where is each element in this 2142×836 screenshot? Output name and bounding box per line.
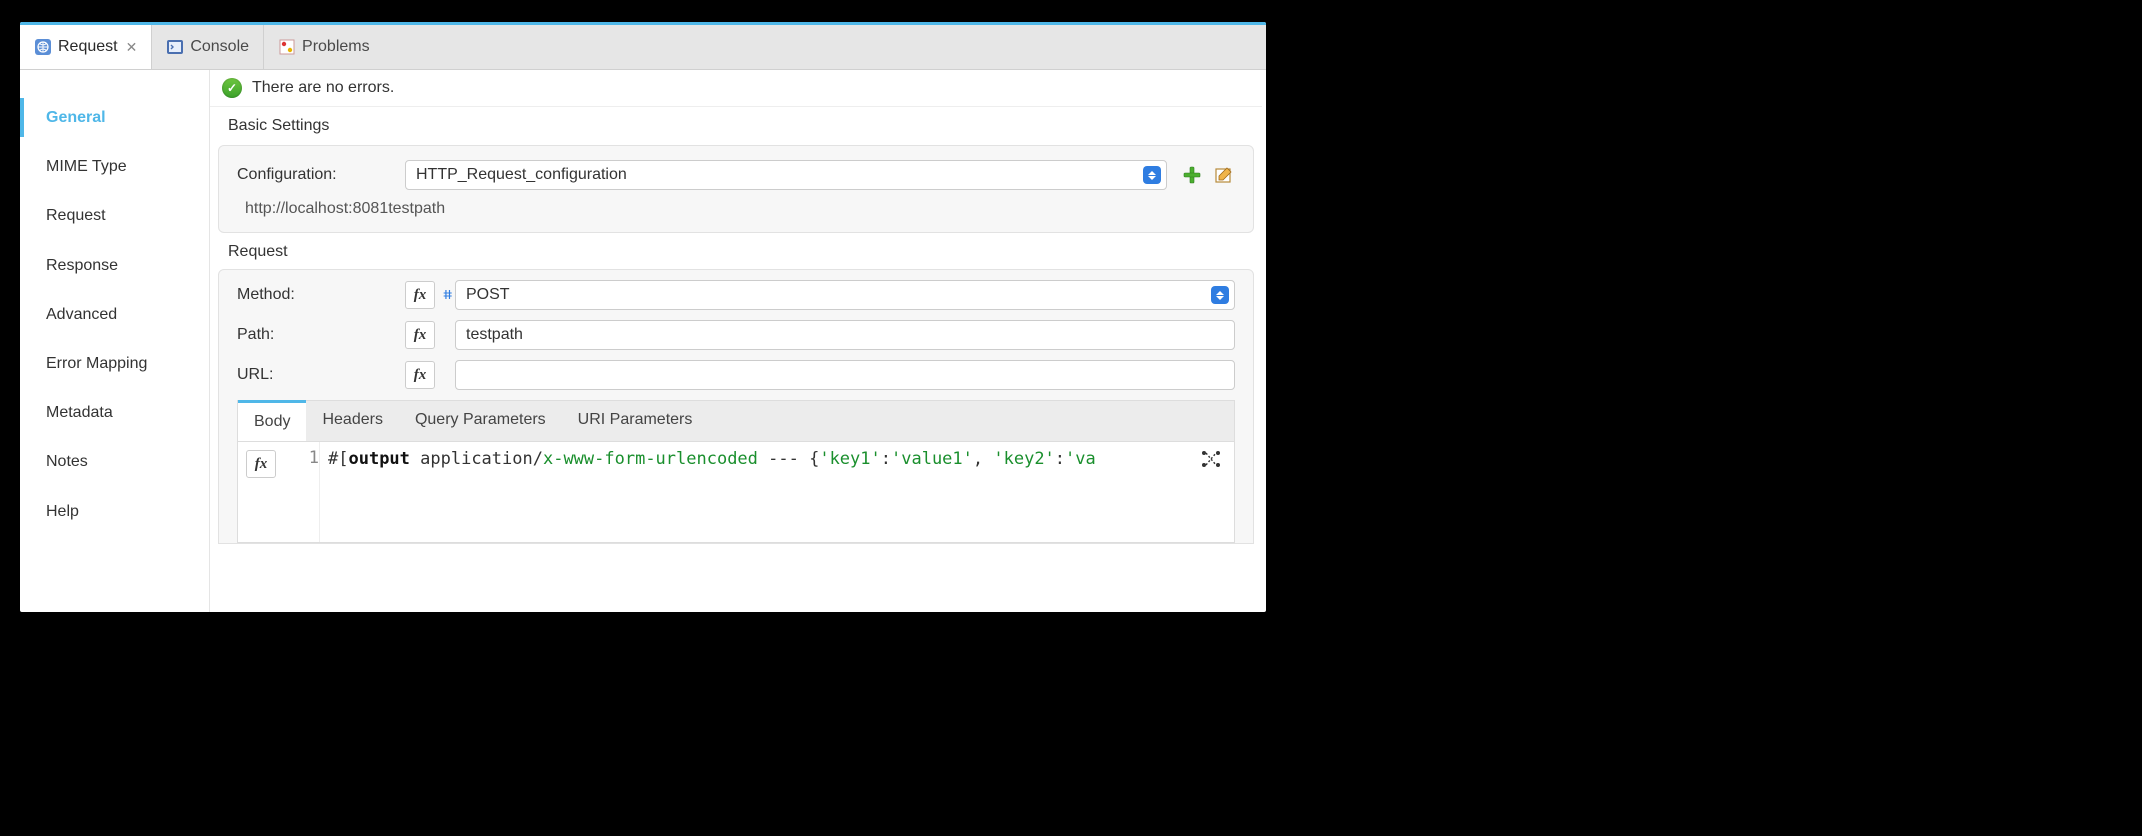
code-token: 'key1' — [819, 449, 880, 469]
sidebar-item-label: Response — [46, 257, 118, 274]
status-text: There are no errors. — [252, 79, 394, 97]
editor-left-gutter: fx — [238, 442, 284, 542]
sidebar-item-label: MIME Type — [46, 158, 127, 175]
main-panel: ✓ There are no errors. Basic Settings Co… — [210, 70, 1266, 612]
request-subtabs: Body Headers Query Parameters URI Parame… — [237, 400, 1235, 441]
method-row: Method: fx ⵌ — [237, 280, 1235, 310]
subtab-label: Headers — [322, 411, 382, 428]
fx-button[interactable]: fx — [246, 450, 276, 478]
map-icon[interactable] — [1200, 448, 1222, 470]
code-token: application/ — [410, 449, 543, 469]
sidebar-item-response[interactable]: Response — [20, 246, 209, 285]
close-icon[interactable]: ✕ — [126, 39, 138, 56]
line-number-gutter: 1 — [284, 442, 320, 542]
subtab-label: URI Parameters — [578, 411, 693, 428]
tab-request-label: Request — [58, 38, 118, 56]
tab-console[interactable]: Console — [152, 25, 264, 69]
status-bar: ✓ There are no errors. — [210, 70, 1262, 107]
sidebar-item-general[interactable]: General — [20, 98, 209, 137]
sidebar-item-label: Notes — [46, 453, 88, 470]
configuration-label: Configuration: — [237, 166, 405, 184]
line-number: 1 — [284, 448, 319, 468]
subtab-query-parameters[interactable]: Query Parameters — [399, 401, 562, 441]
request-section-title: Request — [228, 243, 1262, 261]
path-row: Path: fx ⵌ — [237, 320, 1235, 350]
sidebar-item-label: Request — [46, 207, 106, 224]
subtab-headers[interactable]: Headers — [306, 401, 398, 441]
sidebar-item-error-mapping[interactable]: Error Mapping — [20, 344, 209, 383]
app-window: Request ✕ Console Problems — [20, 22, 1266, 612]
configuration-value[interactable] — [405, 160, 1167, 190]
sidebar-item-request[interactable]: Request — [20, 196, 209, 235]
problems-icon — [278, 38, 296, 56]
request-section: Method: fx ⵌ Path: fx ⵌ URL: fx — [218, 269, 1254, 544]
subtab-uri-parameters[interactable]: URI Parameters — [562, 401, 709, 441]
configuration-select[interactable] — [405, 160, 1167, 190]
code-token: #[ — [328, 449, 348, 469]
code-token: 'value1' — [891, 449, 973, 469]
tab-problems[interactable]: Problems — [264, 25, 384, 69]
code-token: output — [348, 449, 409, 469]
editor-right-gutter — [1188, 442, 1234, 542]
url-label: URL: — [237, 366, 405, 384]
config-action-icons — [1181, 164, 1235, 186]
code-token: x-www-form-urlencoded — [543, 449, 758, 469]
edit-icon[interactable] — [1213, 164, 1235, 186]
sidebar-item-label: Error Mapping — [46, 355, 147, 372]
sidebar-item-help[interactable]: Help — [20, 492, 209, 531]
method-select[interactable] — [455, 280, 1235, 310]
code-token: 'va — [1065, 449, 1096, 469]
url-input[interactable] — [455, 360, 1235, 390]
basic-settings-section: Configuration: — [218, 145, 1254, 233]
body-editor: fx 1 #[output application/x-www-form-url… — [237, 441, 1235, 543]
tab-problems-label: Problems — [302, 38, 370, 56]
method-value[interactable] — [455, 280, 1235, 310]
add-icon[interactable] — [1181, 164, 1203, 186]
sidebar: General MIME Type Request Response Advan… — [20, 70, 210, 612]
url-preview: http://localhost:8081testpath — [237, 200, 1235, 218]
subtab-label: Body — [254, 413, 290, 430]
globe-icon — [34, 38, 52, 56]
configuration-row: Configuration: — [237, 160, 1235, 190]
basic-settings-title: Basic Settings — [228, 117, 1262, 135]
sidebar-item-label: Help — [46, 503, 79, 520]
sidebar-item-label: General — [46, 109, 106, 126]
fx-button[interactable]: fx — [405, 321, 435, 349]
sidebar-item-mime-type[interactable]: MIME Type — [20, 147, 209, 186]
top-tab-bar: Request ✕ Console Problems — [20, 25, 1266, 70]
code-token: 'key2' — [993, 449, 1054, 469]
console-icon — [166, 38, 184, 56]
tab-console-label: Console — [190, 38, 249, 56]
code-token: , — [973, 449, 993, 469]
path-label: Path: — [237, 326, 405, 344]
sidebar-item-advanced[interactable]: Advanced — [20, 295, 209, 334]
path-input[interactable] — [455, 320, 1235, 350]
fx-button[interactable]: fx — [405, 361, 435, 389]
main-body: General MIME Type Request Response Advan… — [20, 70, 1266, 612]
method-label: Method: — [237, 286, 405, 304]
check-icon: ✓ — [222, 78, 242, 98]
code-token: : — [881, 449, 891, 469]
subtab-body[interactable]: Body — [238, 400, 306, 441]
sidebar-item-label: Advanced — [46, 306, 117, 323]
sidebar-item-metadata[interactable]: Metadata — [20, 393, 209, 432]
code-token: --- { — [758, 449, 819, 469]
sidebar-item-notes[interactable]: Notes — [20, 442, 209, 481]
tab-request[interactable]: Request ✕ — [20, 25, 152, 69]
url-row: URL: fx ⵌ — [237, 360, 1235, 390]
code-editor[interactable]: #[output application/x-www-form-urlencod… — [320, 442, 1188, 542]
fx-button[interactable]: fx — [405, 281, 435, 309]
code-token: : — [1055, 449, 1065, 469]
sidebar-item-label: Metadata — [46, 404, 113, 421]
expression-marker-icon: ⵌ — [443, 288, 453, 302]
subtab-label: Query Parameters — [415, 411, 546, 428]
